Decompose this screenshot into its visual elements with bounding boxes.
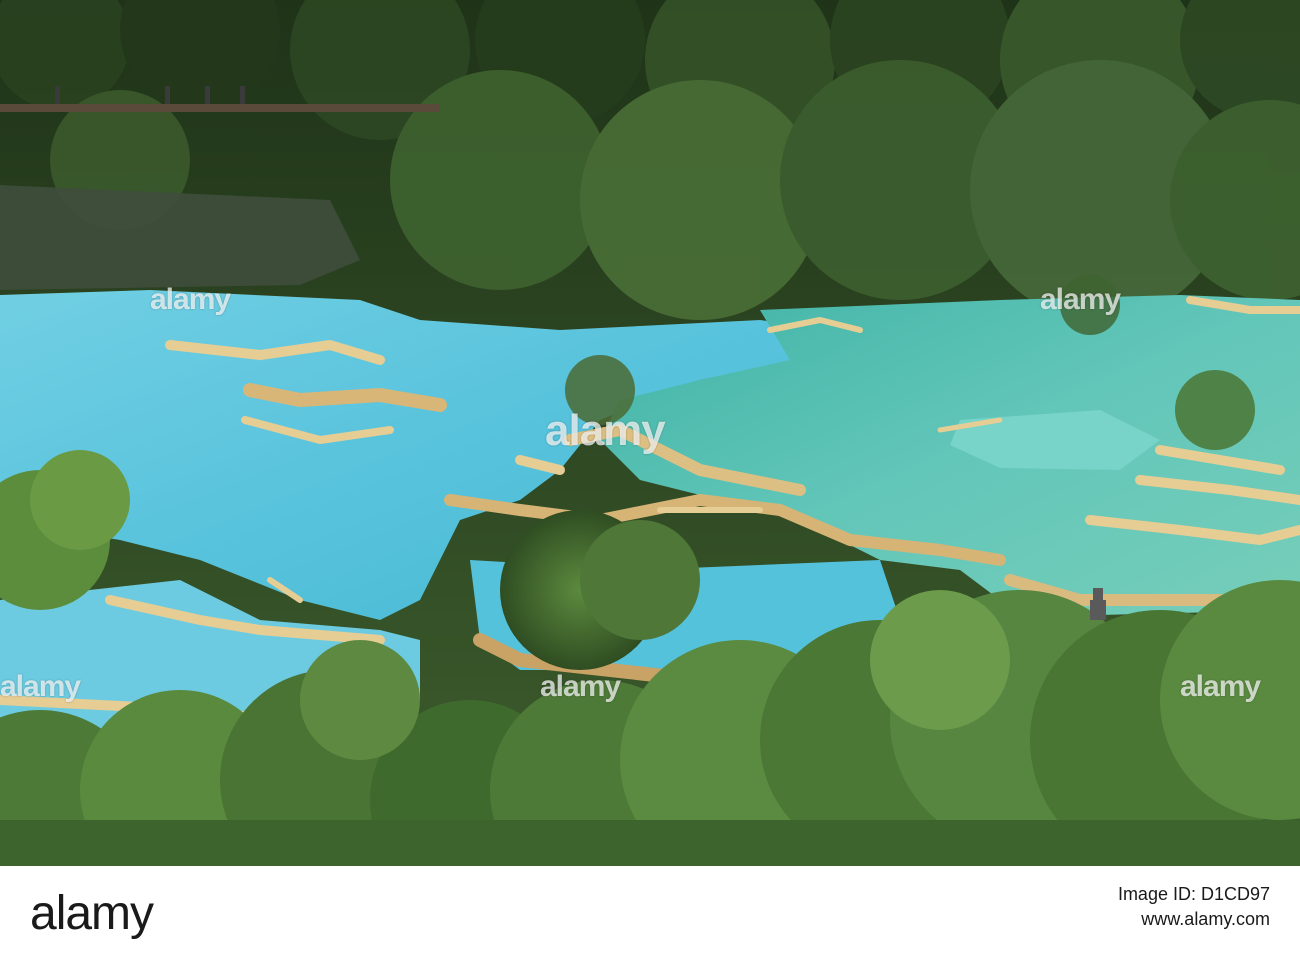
watermark-bottom-center: alamy [540,670,621,703]
footer-bar: alamy Image ID: D1CD97 www.alamy.com [0,866,1300,956]
watermark-bottom-right: alamy [1180,670,1261,703]
image-id-label: Image ID: D1CD97 [1117,884,1270,904]
boardwalk [0,104,440,112]
watermark-bottom-left: alamy [0,670,81,703]
site-url[interactable]: www.alamy.com [1118,909,1270,930]
watermark-center: alamy [545,406,666,455]
alamy-logo[interactable]: alamy [30,886,154,941]
watermark-top-left: alamy [150,283,231,316]
upper-dark-pool [0,185,360,290]
footer-info: Image ID: D1CD97 www.alamy.com [1118,884,1270,930]
landscape-photo: alamy alamy alamy alamy alamy alamy [0,0,1300,866]
watermark-top-right: alamy [1040,283,1121,316]
